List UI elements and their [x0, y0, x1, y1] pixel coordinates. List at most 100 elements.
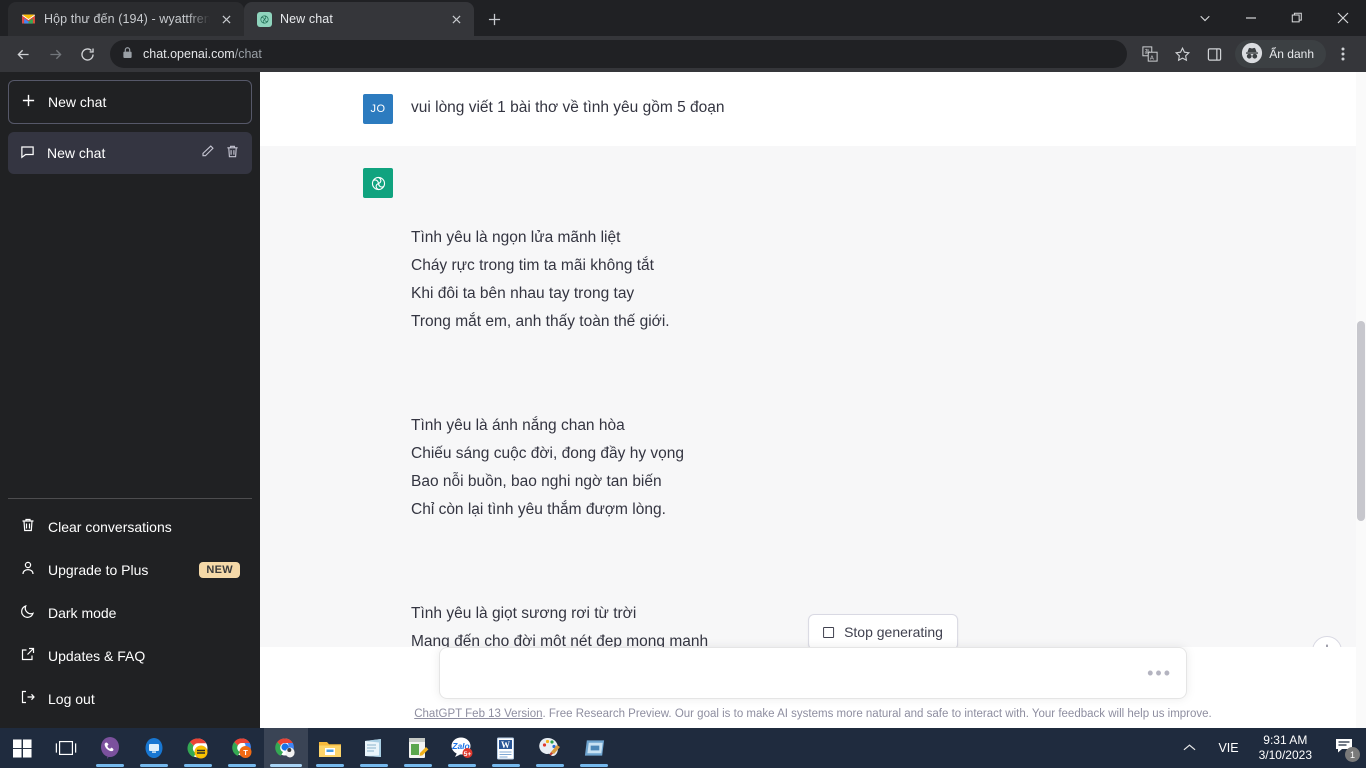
user-message-text: vui lòng viết 1 bài thơ về tình yêu gồm …: [411, 99, 725, 116]
chrome-bee-app[interactable]: [176, 728, 220, 768]
stop-square-icon: [823, 626, 835, 638]
notepad-app[interactable]: [352, 728, 396, 768]
start-button[interactable]: [0, 728, 44, 768]
chrome-active-app[interactable]: [264, 728, 308, 768]
reload-button[interactable]: [72, 39, 102, 69]
browser-tab-gmail[interactable]: Hộp thư đến (194) - wyattfrench3: [8, 2, 244, 36]
url-domain: chat.openai.com: [143, 47, 235, 61]
new-tab-button[interactable]: [480, 5, 508, 33]
clock-date: 3/10/2023: [1258, 748, 1312, 762]
unikey-app[interactable]: [572, 728, 616, 768]
sidebar-item-dark-mode[interactable]: Dark mode: [8, 591, 252, 634]
file-explorer-app[interactable]: [308, 728, 352, 768]
toolbar-actions: あ A Ẩn danh: [1135, 39, 1358, 69]
chatgpt-sidebar: New chat New chat Clear conversations Up…: [0, 72, 260, 728]
clock-time: 9:31 AM: [1263, 733, 1308, 747]
composer-box[interactable]: •••: [439, 647, 1187, 699]
notification-count-badge: 1: [1345, 747, 1360, 762]
stop-generating-button[interactable]: Stop generating: [808, 614, 958, 650]
zalo-pc-app[interactable]: [132, 728, 176, 768]
close-window-button[interactable]: [1320, 2, 1366, 34]
lock-icon: [122, 46, 133, 62]
chrome-t-app[interactable]: T: [220, 728, 264, 768]
status-badge: NEW: [199, 561, 240, 578]
browser-tab-chatgpt[interactable]: New chat: [244, 2, 474, 36]
page-scrollbar[interactable]: [1356, 72, 1366, 728]
ellipsis-icon[interactable]: •••: [1147, 664, 1172, 682]
task-view-button[interactable]: [44, 728, 88, 768]
chatgpt-avatar-icon: [363, 168, 393, 198]
svg-text:T: T: [243, 748, 248, 757]
sidebar-item-upgrade-to-plus[interactable]: Upgrade to Plus NEW: [8, 548, 252, 591]
assistant-message: Tình yêu là ngọn lửa mãnh liệt Cháy rực …: [260, 146, 1366, 647]
version-link[interactable]: ChatGPT Feb 13 Version: [414, 708, 542, 720]
sidebar-item-clear-conversations[interactable]: Clear conversations: [8, 505, 252, 548]
browser-menu-icon[interactable]: [1328, 39, 1358, 69]
poem-stanza: Tình yêu là giọt sương rơi từ trời Mang …: [411, 605, 709, 647]
svg-text:5+: 5+: [464, 751, 472, 758]
poem-stanza: Tình yêu là ánh nắng chan hòa Chiếu sáng…: [411, 417, 684, 518]
language-indicator[interactable]: VIE: [1208, 741, 1248, 755]
message-thread: JO vui lòng viết 1 bài thơ về tình yêu g…: [260, 72, 1366, 647]
sidebar-item-log-out[interactable]: Log out: [8, 677, 252, 720]
paint-app[interactable]: [528, 728, 572, 768]
clock[interactable]: 9:31 AM 3/10/2023: [1249, 733, 1322, 763]
gmail-icon: [20, 11, 36, 27]
trash-icon[interactable]: [225, 144, 240, 162]
moon-icon: [20, 603, 36, 622]
windows-taskbar: T Zalo 5+ W VIE 9:31 AM 3/10/2023 1: [0, 728, 1366, 768]
incognito-icon: [1241, 42, 1263, 67]
bookmark-star-icon[interactable]: [1167, 39, 1197, 69]
page-viewport: New chat New chat Clear conversations Up…: [0, 72, 1366, 728]
plus-icon: [21, 93, 36, 111]
pencil-icon[interactable]: [200, 144, 215, 162]
chatgpt-icon: [256, 11, 272, 27]
translate-icon[interactable]: あ A: [1135, 39, 1165, 69]
chevron-up-icon[interactable]: [1171, 741, 1208, 755]
viber-app[interactable]: [88, 728, 132, 768]
address-bar[interactable]: chat.openai.com/chat: [110, 40, 1128, 68]
editor-app[interactable]: [396, 728, 440, 768]
svg-text:A: A: [1150, 55, 1154, 61]
new-chat-label: New chat: [48, 94, 107, 110]
browser-window: Hộp thư đến (194) - wyattfrench3 New cha…: [0, 0, 1366, 728]
footer-note-text: . Free Research Preview. Our goal is to …: [542, 708, 1212, 720]
incognito-indicator[interactable]: Ẩn danh: [1235, 40, 1326, 68]
close-icon[interactable]: [448, 11, 464, 27]
sidebar-item-label: Clear conversations: [48, 518, 172, 535]
sidebar-item-label: Upgrade to Plus: [48, 561, 149, 578]
window-controls: [1182, 0, 1366, 36]
new-chat-button[interactable]: New chat: [8, 80, 252, 124]
browser-toolbar: chat.openai.com/chat あ A Ẩn danh: [0, 36, 1366, 72]
zalo-app[interactable]: Zalo 5+: [440, 728, 484, 768]
incognito-label: Ẩn danh: [1269, 47, 1314, 61]
tab-title: Hộp thư đến (194) - wyattfrench3: [44, 12, 210, 26]
conversation-title: New chat: [47, 145, 106, 161]
side-panel-icon[interactable]: [1199, 39, 1229, 69]
sidebar-item-updates-faq[interactable]: Updates & FAQ: [8, 634, 252, 677]
back-button[interactable]: [8, 39, 38, 69]
chat-bubble-icon: [20, 144, 35, 162]
scrollbar-thumb[interactable]: [1357, 321, 1365, 522]
svg-text:W: W: [501, 740, 510, 750]
word-app[interactable]: W: [484, 728, 528, 768]
chat-main: JO vui lòng viết 1 bài thơ về tình yêu g…: [260, 72, 1366, 728]
minimize-button[interactable]: [1228, 2, 1274, 34]
sidebar-item-label: Log out: [48, 690, 95, 707]
trash-icon: [20, 517, 36, 536]
sidebar-bottom-menu: Clear conversations Upgrade to Plus NEW: [8, 498, 252, 720]
avatar: JO: [363, 94, 393, 124]
maximize-button[interactable]: [1274, 2, 1320, 34]
tab-strip: Hộp thư đến (194) - wyattfrench3 New cha…: [0, 0, 1366, 36]
message-input[interactable]: [454, 664, 1148, 682]
notification-center-button[interactable]: 1: [1322, 728, 1366, 768]
close-icon[interactable]: [218, 11, 234, 27]
tab-search-icon[interactable]: [1182, 2, 1228, 34]
assistant-message-text: Tình yêu là ngọn lửa mãnh liệt Cháy rực …: [411, 168, 731, 647]
taskbar-icons: T Zalo 5+ W: [0, 728, 616, 768]
logout-icon: [20, 689, 36, 708]
conversation-item[interactable]: New chat: [8, 132, 252, 174]
sidebar-item-label: Dark mode: [48, 604, 117, 621]
forward-button[interactable]: [40, 39, 70, 69]
